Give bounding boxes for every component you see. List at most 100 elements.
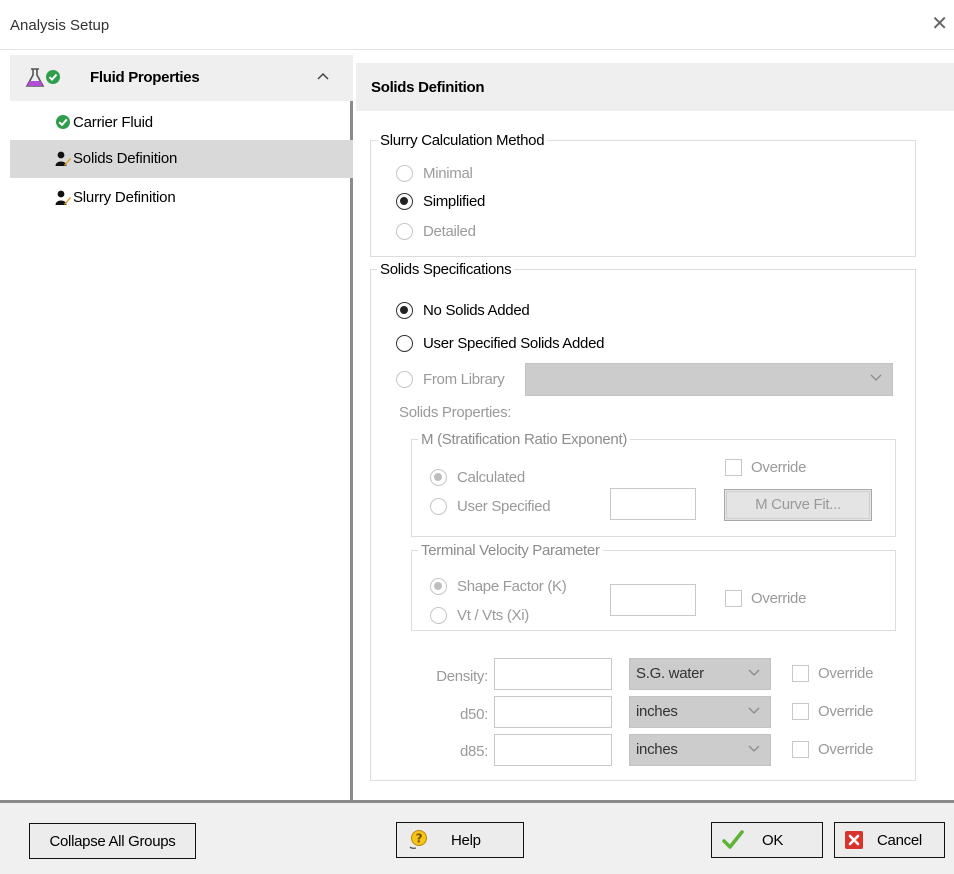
checkbox-square [792, 703, 809, 720]
radio-label: Simplified [423, 192, 486, 210]
checkbox-label: Override [751, 459, 807, 476]
d50-unit-select[interactable]: inches [629, 696, 771, 728]
radio-m-calculated[interactable]: Calculated [430, 466, 525, 488]
d85-input[interactable] [494, 734, 612, 766]
tvp-override-checkbox[interactable]: Override [725, 590, 806, 607]
radio-circle [396, 370, 413, 388]
terminal-velocity-legend: Terminal Velocity Parameter [421, 542, 600, 559]
radio-circle [396, 334, 413, 352]
chevron-up-icon[interactable] [315, 68, 331, 84]
checkbox-square [725, 590, 742, 607]
checkbox-square [792, 741, 809, 758]
window-title: Analysis Setup [10, 17, 110, 34]
sidebar-item-label: Carrier Fluid [73, 114, 153, 131]
m-value-input[interactable] [610, 488, 696, 520]
m-curve-fit-label: M Curve Fit... [755, 496, 841, 513]
help-button[interactable]: ? Help [396, 822, 524, 858]
checkbox-label: Override [751, 590, 807, 607]
radio-circle [396, 192, 413, 210]
solids-properties-label: Solids Properties: [399, 404, 512, 421]
user-pencil-icon [55, 190, 71, 205]
m-curve-fit-button[interactable]: M Curve Fit... [724, 489, 872, 521]
d50-label: d50: [460, 706, 488, 723]
checkbox-label: Override [818, 741, 874, 758]
density-unit-value: S.G. water [636, 665, 704, 682]
radio-vt-vts[interactable]: Vt / Vts (Xi) [430, 604, 529, 626]
radio-label: User Specified Solids Added [423, 334, 605, 352]
chevron-down-icon [748, 745, 760, 752]
help-icon: ? [409, 830, 427, 849]
green-check-icon [46, 70, 60, 84]
d50-input[interactable] [494, 696, 612, 728]
close-icon[interactable]: ✕ [931, 14, 948, 34]
main-panel: Solids Definition Slurry Calculation Met… [356, 55, 954, 800]
radio-circle [430, 497, 447, 515]
radio-circle [396, 301, 413, 319]
ok-label: OK [762, 831, 784, 849]
green-check-icon [56, 115, 70, 129]
density-label: Density: [436, 668, 488, 685]
red-x-icon [845, 831, 863, 849]
radio-circle [396, 222, 413, 240]
radio-simplified[interactable]: Simplified [396, 190, 485, 212]
checkbox-square [792, 665, 809, 682]
sidebar-item-carrier-fluid[interactable]: Carrier Fluid [10, 104, 353, 142]
checkbox-label: Override [818, 703, 874, 720]
dialog-footer: Collapse All Groups ? Help OK Cancel [0, 800, 954, 874]
slurry-method-legend: Slurry Calculation Method [380, 132, 545, 149]
green-checkmark-icon [722, 830, 744, 849]
collapse-all-groups-button[interactable]: Collapse All Groups [29, 823, 196, 859]
checkbox-label: Override [818, 665, 874, 682]
sidebar-group-fluid-properties[interactable]: Fluid Properties [10, 55, 353, 101]
chevron-down-icon [748, 669, 760, 676]
radio-m-user-specified[interactable]: User Specified [430, 495, 551, 517]
sidebar-item-label: Slurry Definition [73, 189, 176, 206]
d85-unit-select[interactable]: inches [629, 734, 771, 766]
checkbox-square [725, 459, 742, 476]
m-override-checkbox[interactable]: Override [725, 459, 806, 476]
radio-label: Calculated [457, 468, 525, 486]
radio-no-solids[interactable]: No Solids Added [396, 299, 530, 321]
d85-override-checkbox[interactable]: Override [792, 741, 873, 758]
panel-title: Solids Definition [371, 79, 485, 96]
radio-circle [430, 577, 447, 595]
radio-shape-factor[interactable]: Shape Factor (K) [430, 575, 567, 597]
collapse-all-groups-label: Collapse All Groups [49, 832, 176, 850]
flask-icon [25, 68, 45, 87]
m-exponent-legend: M (Stratification Ratio Exponent) [421, 431, 628, 448]
density-unit-select[interactable]: S.G. water [629, 658, 771, 690]
radio-detailed[interactable]: Detailed [396, 220, 476, 242]
density-input[interactable] [494, 658, 612, 690]
sidebar-group-label: Fluid Properties [90, 69, 200, 86]
sidebar-item-label: Solids Definition [73, 150, 178, 167]
radio-from-library[interactable]: From Library [396, 368, 505, 390]
ok-button[interactable]: OK [711, 822, 823, 858]
radio-label: Shape Factor (K) [457, 577, 567, 595]
radio-label: From Library [423, 370, 505, 388]
title-bar: Analysis Setup ✕ [0, 0, 954, 50]
sidebar-item-solids-definition[interactable]: Solids Definition [10, 140, 353, 178]
radio-label: User Specified [457, 497, 551, 515]
radio-label: Vt / Vts (Xi) [457, 606, 529, 624]
radio-circle [430, 468, 447, 486]
sidebar: Fluid Properties Carrier Fluid Solids De… [10, 55, 353, 800]
density-override-checkbox[interactable]: Override [792, 665, 873, 682]
library-select[interactable] [525, 363, 893, 396]
radio-label: Minimal [423, 164, 473, 182]
d50-override-checkbox[interactable]: Override [792, 703, 873, 720]
radio-circle [430, 606, 447, 624]
radio-user-specified-solids[interactable]: User Specified Solids Added [396, 332, 604, 354]
radio-circle [396, 164, 413, 182]
svg-text:?: ? [416, 832, 423, 846]
radio-label: Detailed [423, 222, 476, 240]
radio-label: No Solids Added [423, 301, 530, 319]
cancel-button[interactable]: Cancel [834, 822, 945, 858]
chevron-down-icon [748, 707, 760, 714]
panel-header: Solids Definition [356, 63, 954, 111]
help-label: Help [451, 831, 481, 849]
tvp-value-input[interactable] [610, 584, 696, 616]
d50-unit-value: inches [636, 703, 678, 720]
sidebar-item-slurry-definition[interactable]: Slurry Definition [10, 179, 353, 217]
radio-minimal[interactable]: Minimal [396, 162, 473, 184]
chevron-down-icon [870, 374, 882, 381]
